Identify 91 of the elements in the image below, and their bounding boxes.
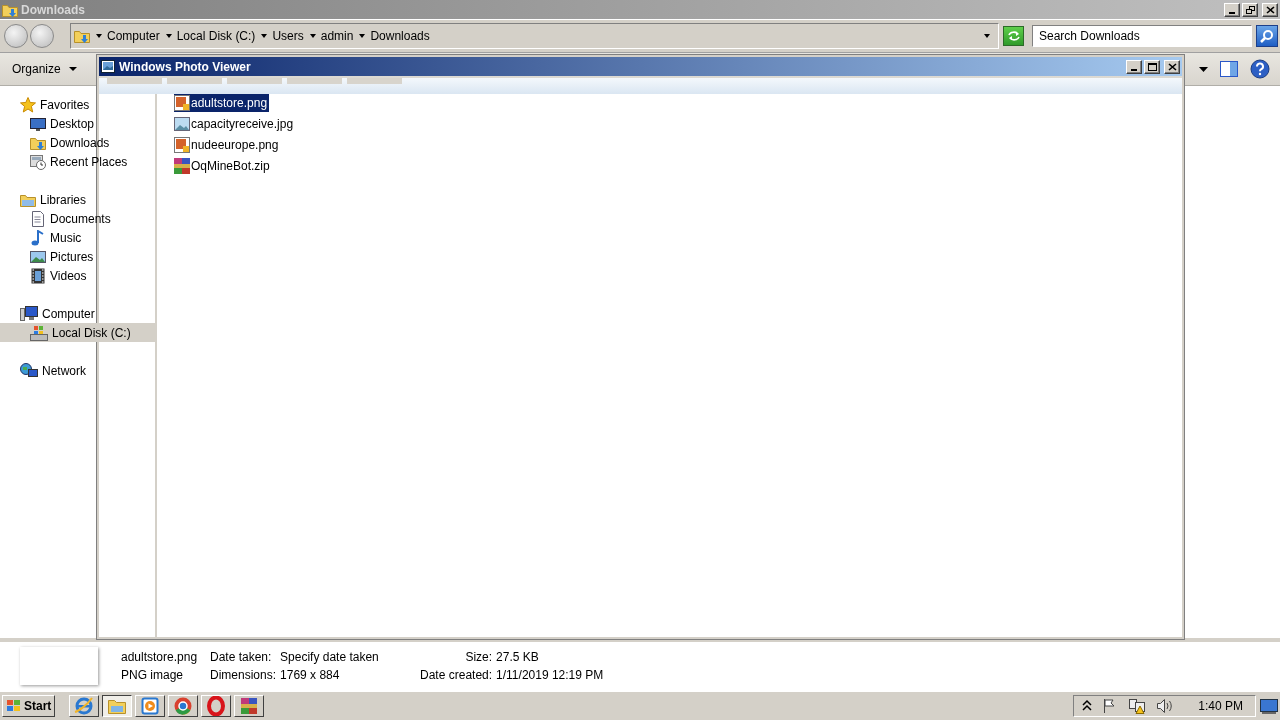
opera-icon	[206, 696, 227, 716]
file-item[interactable]: capacityreceive.jpg	[174, 114, 296, 133]
location-folder-icon	[74, 28, 90, 44]
sidebar-item[interactable]: Libraries	[0, 190, 155, 209]
caret-icon[interactable]	[165, 34, 172, 38]
organize-menu[interactable]: Organize	[4, 58, 85, 80]
network-icon	[20, 362, 38, 379]
sidebar-item[interactable]: Downloads	[0, 133, 155, 152]
document-icon	[30, 210, 46, 227]
refresh-button[interactable]	[1003, 26, 1024, 46]
image-file-icon	[174, 136, 190, 153]
play-icon	[140, 696, 161, 716]
file-item[interactable]: nudeeurope.png	[174, 135, 281, 154]
search-icon	[1260, 29, 1274, 43]
close-icon	[1167, 62, 1177, 71]
breadcrumb[interactable]: Computer	[107, 29, 160, 43]
start-button[interactable]: Start	[2, 695, 56, 717]
file-type: PNG image	[121, 668, 185, 682]
field-value: 1769 x 884	[280, 668, 341, 682]
caret-icon[interactable]	[309, 34, 316, 38]
sidebar-item[interactable]: Pictures	[0, 247, 155, 266]
breadcrumb[interactable]: Users	[272, 29, 304, 43]
picture-icon	[101, 60, 115, 73]
file-item[interactable]: OqMineBot.zip	[174, 156, 272, 175]
windows-logo-icon	[6, 699, 22, 713]
close-button[interactable]	[1164, 59, 1180, 74]
star-icon	[20, 96, 36, 113]
sidebar-item[interactable]: Favorites	[0, 95, 155, 114]
minimize-icon	[1131, 68, 1137, 71]
sidebar-item[interactable]: Videos	[0, 266, 155, 285]
computer-icon	[20, 305, 38, 322]
field-value: Specify date taken	[280, 650, 380, 664]
caret-icon[interactable]	[96, 34, 102, 38]
maximize-icon	[1147, 62, 1157, 71]
network-warning-icon[interactable]	[1128, 698, 1147, 714]
breadcrumb[interactable]: Downloads	[370, 29, 430, 43]
window-title: Downloads	[21, 2, 86, 17]
window-title: Windows Photo Viewer	[119, 59, 252, 74]
music-note-icon	[30, 229, 46, 246]
back-button[interactable]	[4, 24, 28, 48]
breadcrumb[interactable]: admin	[320, 29, 354, 43]
help-icon[interactable]	[1250, 59, 1270, 79]
minimize-button[interactable]	[1224, 2, 1240, 17]
sidebar-item[interactable]: Documents	[0, 209, 155, 228]
restore-button[interactable]	[1242, 2, 1258, 17]
preview-pane-icon[interactable]	[1220, 61, 1238, 77]
archive-icon	[239, 696, 260, 716]
sidebar-item[interactable]: Local Disk (C:)	[0, 323, 155, 342]
dropdown-caret-icon[interactable]	[984, 34, 990, 38]
film-icon	[30, 267, 46, 284]
minimize-icon	[1229, 11, 1235, 14]
restore-icon	[1245, 5, 1255, 14]
image-file-icon	[174, 94, 190, 111]
drive-icon	[30, 324, 48, 341]
picture-icon	[30, 248, 46, 265]
field-label: Size:	[464, 650, 493, 664]
view-caret-icon[interactable]	[1199, 66, 1208, 72]
sidebar-item[interactable]: Desktop	[0, 114, 155, 133]
forward-button[interactable]	[30, 24, 54, 48]
volume-icon[interactable]	[1156, 698, 1175, 714]
field-value: 27.5 KB	[496, 650, 540, 664]
field-label: Date created:	[420, 668, 493, 682]
field-label: Dimensions:	[210, 668, 277, 682]
search-field[interactable]: Search Downloads	[1032, 25, 1252, 47]
taskbar-button[interactable]	[102, 695, 133, 717]
minimize-button[interactable]	[1126, 59, 1142, 74]
show-desktop-icon[interactable]	[1260, 698, 1278, 714]
picture-icon	[174, 115, 190, 132]
field-label: Date taken:	[210, 650, 273, 664]
clock[interactable]: 1:40 PM	[1198, 699, 1243, 713]
monitor-icon	[30, 115, 46, 132]
recent-places-icon	[30, 153, 46, 170]
sidebar-item[interactable]: Music	[0, 228, 155, 247]
field-value: 1/11/2019 12:19 PM	[496, 668, 604, 682]
archive-icon	[174, 157, 190, 174]
show-hidden-icons-icon[interactable]	[1082, 699, 1093, 713]
chrome-icon	[173, 696, 194, 716]
file-name: adultstore.png	[121, 650, 199, 664]
breadcrumb[interactable]: Local Disk (C:)	[176, 29, 256, 43]
refresh-icon	[1006, 30, 1021, 42]
close-icon	[1265, 5, 1275, 14]
browser-e-icon	[74, 696, 95, 716]
close-button[interactable]	[1262, 2, 1278, 17]
address-bar[interactable]: Computer Local Disk (C:) Users admin Downloads	[70, 23, 999, 49]
caret-icon[interactable]	[261, 34, 268, 38]
maximize-button[interactable]	[1144, 59, 1160, 74]
caret-icon[interactable]	[359, 34, 366, 38]
sidebar-item[interactable]: Computer	[0, 304, 155, 323]
sidebar-item[interactable]: Network	[0, 361, 155, 380]
sidebar-item[interactable]: Recent Places	[0, 152, 155, 171]
search-button[interactable]	[1256, 25, 1278, 47]
